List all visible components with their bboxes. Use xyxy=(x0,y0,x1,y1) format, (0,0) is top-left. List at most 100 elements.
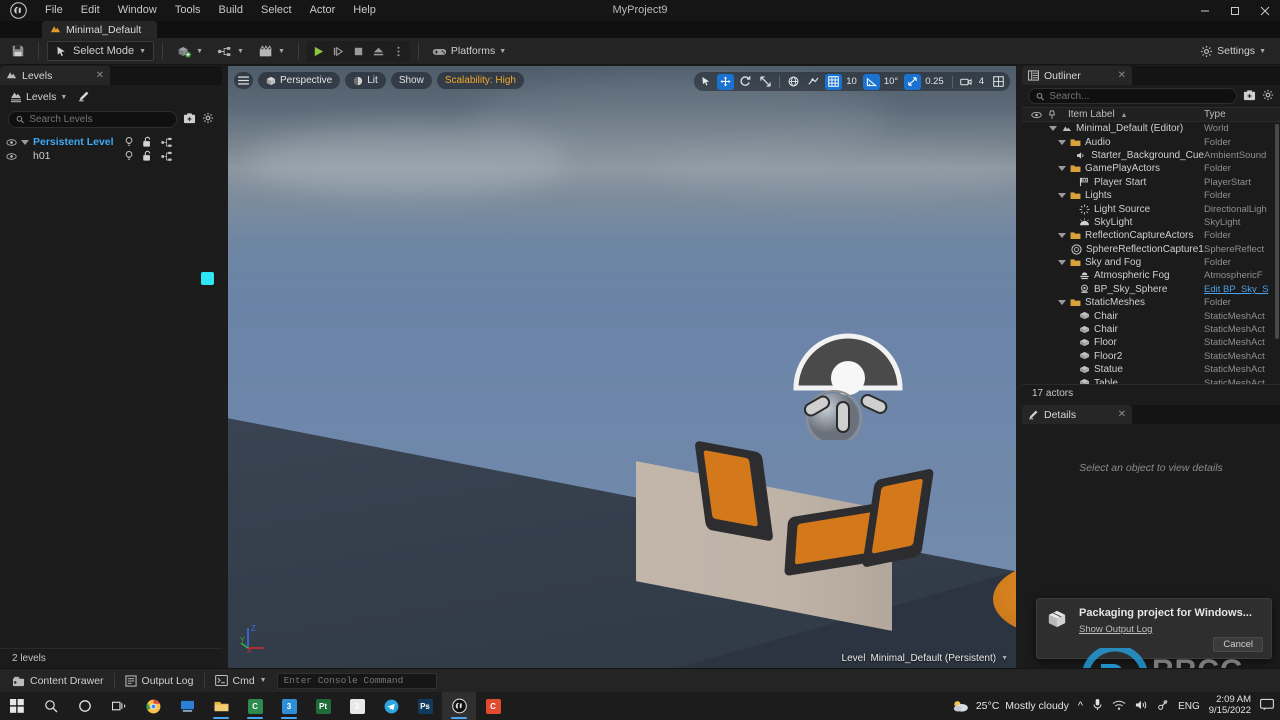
close-icon[interactable]: ✕ xyxy=(1118,70,1126,81)
item-label-column[interactable]: Item Label ▲ xyxy=(1060,109,1204,120)
3dsmax-icon[interactable]: 3 xyxy=(272,692,306,720)
menu-tools[interactable]: Tools xyxy=(166,0,210,21)
viewport-menu-button[interactable] xyxy=(234,72,253,89)
chevron-down-icon[interactable]: ▼ xyxy=(1001,655,1008,662)
file-explorer-icon[interactable] xyxy=(204,692,238,720)
world-coords-button[interactable] xyxy=(785,74,802,90)
select-tool-button[interactable] xyxy=(697,74,714,90)
clock[interactable]: 2:09 AM 9/15/2022 xyxy=(1209,694,1251,717)
expander-triangle-icon[interactable] xyxy=(1058,233,1066,239)
remote-desktop-icon[interactable] xyxy=(170,692,204,720)
menu-window[interactable]: Window xyxy=(109,0,166,21)
scale-snap-button[interactable] xyxy=(904,73,922,90)
outliner-scrollbar[interactable] xyxy=(1275,124,1279,339)
viewport-perspective-button[interactable]: Perspective xyxy=(258,72,341,89)
tab-outliner[interactable]: Outliner ✕ xyxy=(1022,66,1132,85)
expander-triangle-icon[interactable] xyxy=(21,139,29,145)
cmd-dropdown[interactable]: Cmd ▼ xyxy=(207,672,275,690)
outliner-row[interactable]: Statue StaticMeshAct xyxy=(1022,363,1280,376)
cinema4d2-icon[interactable]: C xyxy=(476,692,510,720)
camera-speed-value[interactable]: 4 xyxy=(978,76,987,87)
tab-minimal-default[interactable]: Minimal_Default xyxy=(42,21,158,38)
levels-search-box[interactable] xyxy=(8,111,177,128)
outliner-type-link[interactable]: Edit BP_Sky_S xyxy=(1204,284,1280,295)
outliner-tree[interactable]: Minimal_Default (Editor) World Audio Folder… xyxy=(1022,122,1280,384)
level-row-persistent[interactable]: Persistent Level xyxy=(0,135,222,149)
surface-snap-button[interactable] xyxy=(805,74,822,90)
notification-toast[interactable]: Packaging project for Windows... Show Ou… xyxy=(1036,598,1272,659)
outliner-row[interactable]: GamePlayActors Folder xyxy=(1022,162,1280,175)
eye-column-icon[interactable] xyxy=(1028,111,1044,119)
outliner-row[interactable]: BP_Sky_Sphere Edit BP_Sky_S xyxy=(1022,283,1280,296)
outliner-row[interactable]: SkyLight SkyLight xyxy=(1022,216,1280,229)
platforms-button[interactable]: Platforms ▼ xyxy=(427,41,511,61)
expander-triangle-icon[interactable] xyxy=(1058,139,1066,145)
taskbar-search-button[interactable] xyxy=(34,692,68,720)
outliner-search-box[interactable] xyxy=(1028,88,1237,104)
content-drawer-button[interactable]: Content Drawer xyxy=(4,672,112,690)
edit-levels-button[interactable] xyxy=(77,89,91,106)
expander-triangle-icon[interactable] xyxy=(1058,260,1066,266)
expander-triangle-icon[interactable] xyxy=(1049,126,1057,132)
task-view-button[interactable] xyxy=(102,692,136,720)
viewport-level-info[interactable]: Level Minimal_Default (Persistent) ▼ xyxy=(842,653,1008,664)
close-icon[interactable]: ✕ xyxy=(96,70,104,81)
outliner-row[interactable]: StaticMeshes Folder xyxy=(1022,296,1280,309)
eject-button[interactable] xyxy=(369,42,388,61)
console-command-input[interactable] xyxy=(283,675,430,686)
menu-bar[interactable]: File Edit Window Tools Build Select Acto… xyxy=(36,0,385,21)
outliner-row[interactable]: Chair StaticMeshAct xyxy=(1022,323,1280,336)
viewport-show-button[interactable]: Show xyxy=(390,72,432,89)
step-button[interactable] xyxy=(329,42,348,61)
menu-actor[interactable]: Actor xyxy=(301,0,345,21)
outliner-row[interactable]: Player Start PlayerStart xyxy=(1022,176,1280,189)
unreal-icon[interactable] xyxy=(442,692,476,720)
select-mode-dropdown[interactable]: Select Mode ▼ xyxy=(47,41,155,61)
tab-levels[interactable]: Levels ✕ xyxy=(0,66,110,85)
outliner-settings-button[interactable] xyxy=(1262,89,1274,104)
outliner-row[interactable]: Floor2 StaticMeshAct xyxy=(1022,350,1280,363)
outliner-save-button[interactable] xyxy=(1243,89,1256,104)
close-icon[interactable]: ✕ xyxy=(1118,409,1126,420)
outliner-row[interactable]: Starter_Background_Cue AmbientSound xyxy=(1022,149,1280,162)
tab-details[interactable]: Details ✕ xyxy=(1022,405,1132,424)
close-button[interactable] xyxy=(1250,0,1280,21)
photoshop-icon[interactable]: Ps xyxy=(408,692,442,720)
viewport-viewmode-button[interactable]: Lit xyxy=(345,72,386,89)
3dsmax2-icon[interactable]: 3 xyxy=(340,692,374,720)
menu-file[interactable]: File xyxy=(36,0,72,21)
menu-build[interactable]: Build xyxy=(210,0,252,21)
move-tool-button[interactable] xyxy=(717,73,735,90)
toast-output-log-link[interactable]: Show Output Log xyxy=(1079,624,1152,635)
cinematics-button[interactable]: ▼ xyxy=(253,41,290,61)
expander-triangle-icon[interactable] xyxy=(1058,300,1066,306)
scale-snap-value[interactable]: 0.25 xyxy=(924,76,947,87)
maximize-viewport-button[interactable] xyxy=(990,74,1007,90)
outliner-row[interactable]: Chair StaticMeshAct xyxy=(1022,309,1280,322)
menu-edit[interactable]: Edit xyxy=(72,0,109,21)
outliner-search-input[interactable] xyxy=(1049,90,1229,102)
settings-button[interactable]: Settings ▼ xyxy=(1194,41,1272,61)
add-content-button[interactable]: ▼ xyxy=(171,41,208,61)
rotation-gizmo[interactable] xyxy=(788,310,923,440)
notification-icon[interactable] xyxy=(1260,698,1274,714)
outliner-row[interactable]: Lights Folder xyxy=(1022,189,1280,202)
save-button[interactable] xyxy=(6,41,30,61)
type-column[interactable]: Type xyxy=(1204,109,1280,120)
stop-button[interactable] xyxy=(349,42,368,61)
level-row-h01[interactable]: h01 xyxy=(0,149,222,285)
scale-tool-button[interactable] xyxy=(757,74,774,90)
angle-snap-button[interactable] xyxy=(862,73,880,90)
create-level-button[interactable] xyxy=(183,112,196,127)
mic-icon[interactable] xyxy=(1092,698,1103,714)
camera-speed-button[interactable] xyxy=(958,74,975,90)
grid-snap-button[interactable] xyxy=(825,73,843,90)
grid-snap-value[interactable]: 10 xyxy=(845,76,860,87)
outliner-row[interactable]: Sky and Fog Folder xyxy=(1022,256,1280,269)
outliner-row[interactable]: Audio Folder xyxy=(1022,135,1280,148)
minimize-button[interactable] xyxy=(1190,0,1220,21)
cinema4d-icon[interactable]: C xyxy=(238,692,272,720)
wifi-icon[interactable] xyxy=(1112,699,1126,714)
angle-snap-value[interactable]: 10° xyxy=(883,76,901,87)
menu-help[interactable]: Help xyxy=(344,0,385,21)
